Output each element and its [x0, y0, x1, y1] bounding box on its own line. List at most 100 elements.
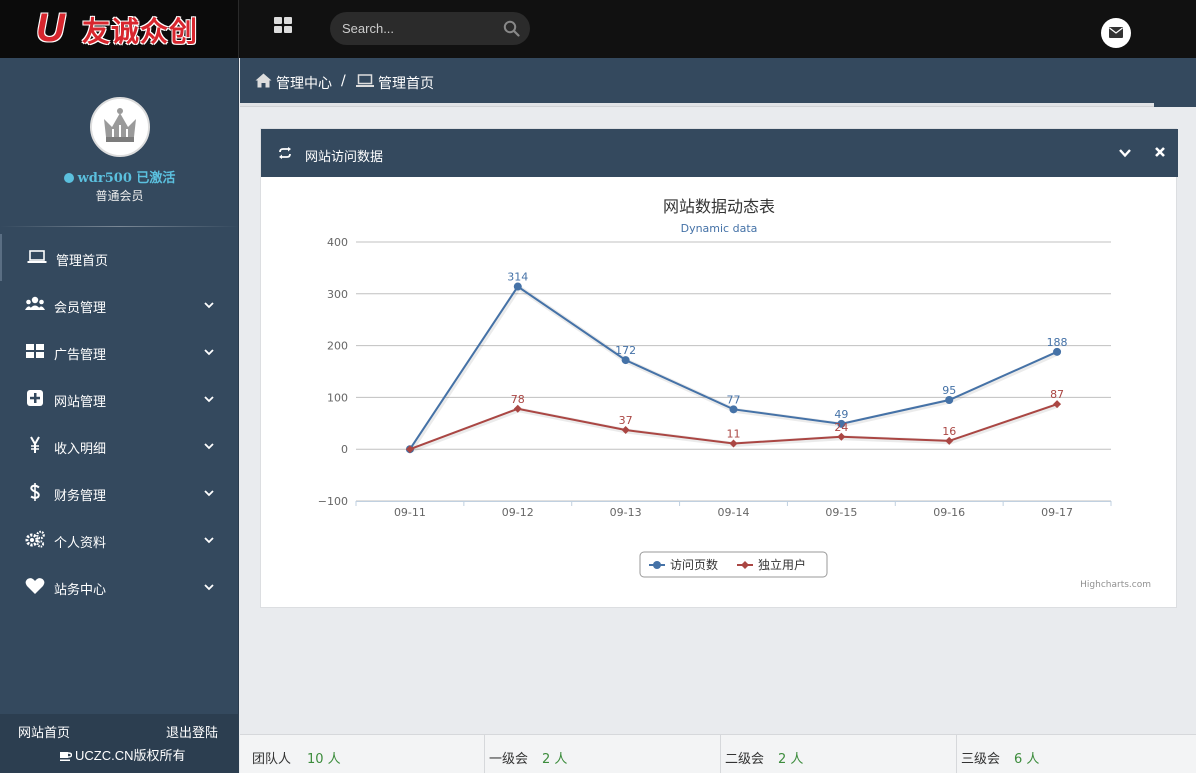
- stat-level-1: 一级会 2 人: [485, 735, 721, 773]
- plus-square-icon: [27, 390, 43, 406]
- top-bar: U 友诚众创: [0, 0, 1196, 58]
- sidebar-footer: 网站首页 退出登陆 UCZC.CN版权所有: [0, 714, 239, 773]
- data-point[interactable]: [1053, 347, 1062, 356]
- sidebar-item-label: 会员管理: [54, 301, 107, 316]
- sidebar-item-finance[interactable]: 财务管理: [0, 469, 239, 516]
- data-label: 49: [834, 408, 848, 421]
- breadcrumb-current: 管理首页: [378, 76, 434, 92]
- stat-value: 6 人: [1014, 752, 1040, 767]
- sidebar-item-label: 网站管理: [54, 395, 107, 410]
- grid-icon: [26, 344, 44, 358]
- copyright-text: UCZC.CN版权所有: [75, 748, 186, 763]
- yen-icon: [30, 436, 40, 453]
- sidebar-item-members[interactable]: 会员管理: [0, 281, 239, 328]
- stat-level-2: 二级会 2 人: [721, 735, 957, 773]
- chart-legend: 访问页数 独立用户: [639, 551, 828, 578]
- logo-name: 友诚众创: [82, 15, 199, 48]
- data-point[interactable]: [513, 282, 522, 291]
- y-tick-label: 0: [341, 443, 348, 456]
- logo[interactable]: U 友诚众创: [0, 0, 239, 58]
- breadcrumb-underline: [240, 103, 1196, 107]
- stat-level-3: 三级会 6 人: [957, 735, 1196, 773]
- grid-toggle-icon[interactable]: [274, 17, 294, 35]
- crown-icon: [92, 99, 148, 155]
- chevron-down-icon: [204, 443, 214, 450]
- x-tick-label: 09-17: [1041, 506, 1073, 519]
- data-point[interactable]: [729, 405, 738, 414]
- breadcrumb-separator: /: [341, 73, 346, 89]
- sidebar: wdr500 已激活 普通会员 管理首页 会员管理 广告管理 网站管理 收入明细…: [0, 58, 239, 773]
- stat-value: 10 人: [307, 752, 341, 767]
- user-status: wdr500 已激活: [0, 167, 239, 186]
- gears-icon: [25, 530, 45, 548]
- x-tick-label: 09-14: [718, 506, 750, 519]
- refresh-icon[interactable]: [278, 147, 292, 159]
- sidebar-item-dashboard[interactable]: 管理首页: [0, 234, 239, 281]
- sidebar-item-label: 个人资料: [54, 536, 107, 551]
- data-label: 11: [727, 428, 741, 441]
- close-icon[interactable]: [1154, 146, 1166, 158]
- x-tick-label: 09-13: [610, 506, 642, 519]
- data-point[interactable]: [945, 395, 954, 404]
- sidebar-item-label: 管理首页: [56, 254, 109, 269]
- avatar[interactable]: [90, 97, 150, 157]
- chevron-down-icon: [204, 302, 214, 309]
- logo-letter: U: [36, 6, 65, 50]
- sidebar-item-site[interactable]: 网站管理: [0, 375, 239, 422]
- mail-button[interactable]: [1101, 18, 1131, 48]
- data-label: 172: [615, 344, 636, 357]
- site-home-link[interactable]: 网站首页: [18, 722, 70, 741]
- stat-label: 团队人: [252, 752, 292, 767]
- laptop-icon: [356, 74, 374, 87]
- stat-team: 团队人 10 人: [240, 735, 485, 773]
- data-label: 95: [942, 384, 956, 397]
- data-label: 16: [942, 425, 956, 438]
- data-label: 78: [511, 393, 525, 406]
- sidebar-item-ads[interactable]: 广告管理: [0, 328, 239, 375]
- laptop-icon: [27, 250, 47, 263]
- chart-subtitle: Dynamic data: [681, 222, 758, 235]
- stat-label: 一级会: [489, 752, 529, 767]
- chart-title: 网站数据动态表: [663, 197, 775, 216]
- sidebar-item-label: 财务管理: [54, 489, 107, 504]
- data-label: 37: [619, 414, 633, 427]
- stat-value: 2 人: [778, 752, 804, 767]
- coffee-icon: [60, 752, 72, 761]
- breadcrumb: 管理中心 / 管理首页: [240, 58, 1196, 103]
- breadcrumb-root[interactable]: 管理中心: [276, 73, 332, 93]
- sidebar-item-profile[interactable]: 个人资料: [0, 516, 239, 563]
- stat-label: 三级会: [961, 752, 1001, 767]
- chart-credit[interactable]: Highcharts.com: [1080, 580, 1151, 590]
- x-tick-label: 09-16: [933, 506, 965, 519]
- search-icon[interactable]: [503, 20, 520, 37]
- underline-accent: [1154, 103, 1196, 107]
- x-tick-label: 09-12: [502, 506, 534, 519]
- chevron-down-icon: [204, 490, 214, 497]
- dollar-icon: [30, 483, 40, 501]
- panel-header: 网站访问数据: [261, 129, 1178, 177]
- search-input[interactable]: [342, 20, 502, 37]
- chevron-down-icon: [204, 396, 214, 403]
- visit-line-chart: 网站数据动态表 Dynamic data −100 0 100 200 300 400 09…: [318, 197, 1151, 590]
- data-label: 24: [834, 421, 848, 434]
- chevron-down-icon: [204, 349, 214, 356]
- y-tick-label: 400: [327, 236, 348, 249]
- copyright: UCZC.CN版权所有: [60, 745, 186, 764]
- y-tick-label: 300: [327, 288, 348, 301]
- data-point[interactable]: [621, 356, 630, 365]
- search-box: [330, 12, 530, 45]
- chevron-down-icon[interactable]: [1118, 147, 1132, 159]
- y-tick-label: 100: [327, 391, 348, 404]
- x-tick-label: 09-11: [394, 506, 426, 519]
- logout-link[interactable]: 退出登陆: [166, 722, 218, 741]
- heart-icon: [25, 578, 45, 594]
- sidebar-item-label: 广告管理: [54, 348, 107, 363]
- sidebar-item-income[interactable]: 收入明细: [0, 422, 239, 469]
- sidebar-menu: 管理首页 会员管理 广告管理 网站管理 收入明细 财务管理 个人资料 站务中心: [0, 234, 239, 610]
- stat-value: 2 人: [542, 752, 568, 767]
- sidebar-divider: [0, 226, 239, 227]
- envelope-icon: [1109, 27, 1123, 38]
- sidebar-item-station[interactable]: 站务中心: [0, 563, 239, 610]
- stat-label: 二级会: [725, 752, 765, 767]
- series-line-shadow: [408, 284, 1060, 452]
